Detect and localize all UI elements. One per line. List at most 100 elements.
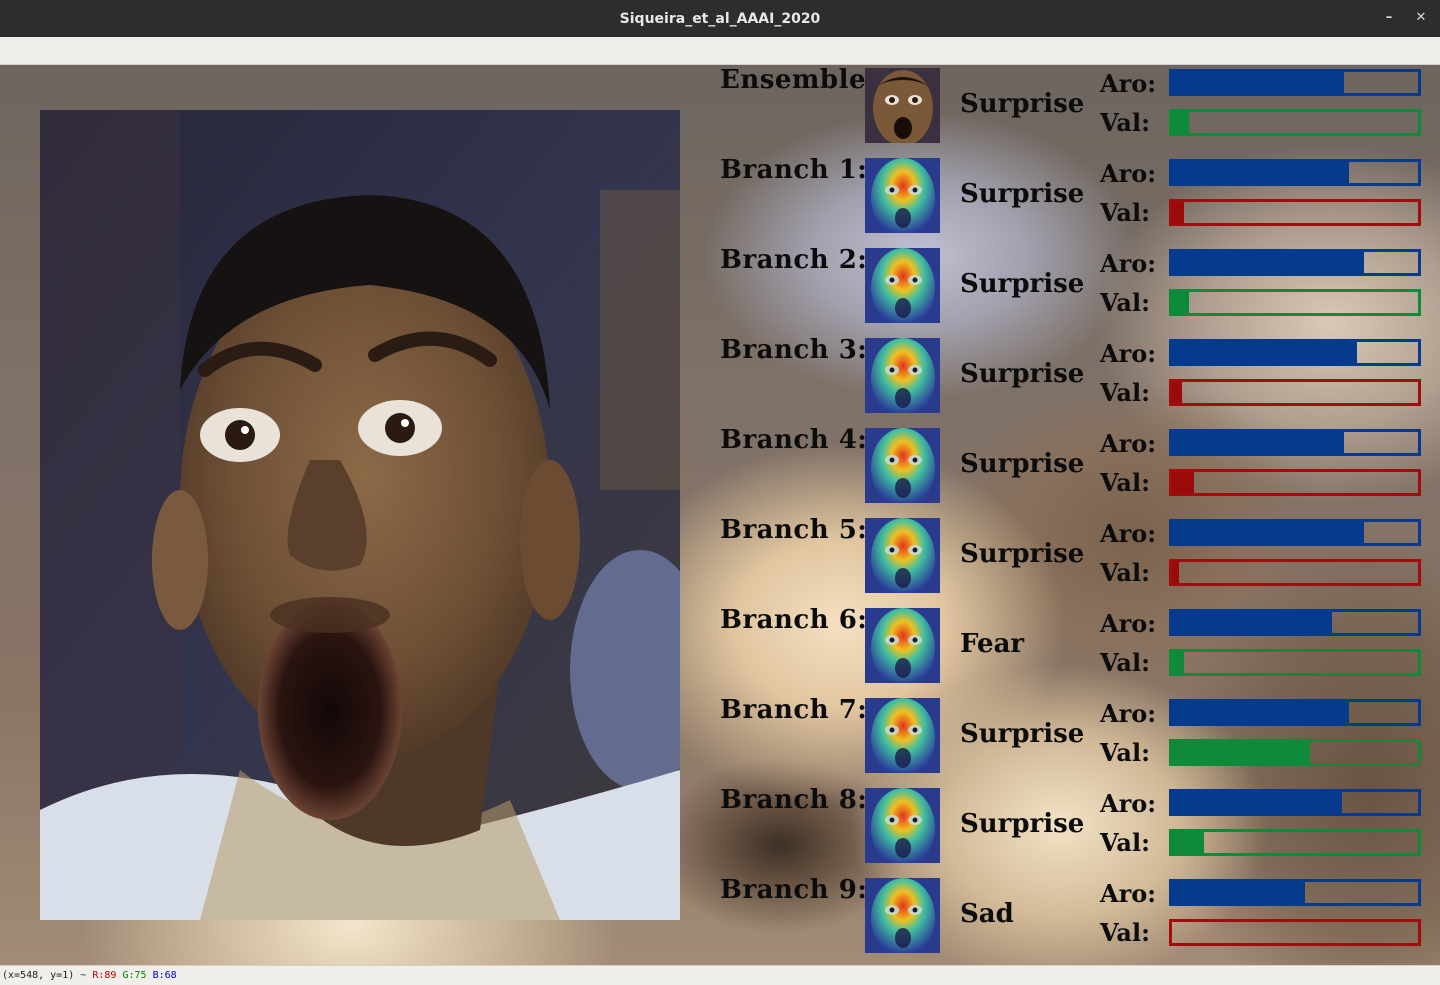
row-branch-5: Branch 5: Surprise Aro: Val:: [0, 515, 1440, 605]
valence-label: Val:: [1100, 918, 1150, 947]
status-coords: (x=548, y=1) ~: [2, 970, 87, 981]
valence-label: Val:: [1100, 378, 1150, 407]
emotion-label: Sad: [960, 899, 1014, 929]
row-label: Branch 6:: [720, 605, 868, 635]
row-branch-1: Branch 1: Surprise Aro: Val:: [0, 155, 1440, 245]
valence-bar-fill: [1172, 472, 1194, 493]
valence-bar: [1169, 379, 1421, 406]
arousal-label: Aro:: [1100, 159, 1157, 188]
window-titlebar: Siqueira_et_al_AAAI_2020 – ✕: [0, 0, 1440, 37]
row-label: Branch 2:: [720, 245, 868, 275]
arousal-bar: [1169, 879, 1421, 906]
emotion-label: Surprise: [960, 809, 1085, 839]
valence-bar: [1169, 289, 1421, 316]
row-label: Branch 7:: [720, 695, 868, 725]
row-label: Ensemble:: [720, 65, 877, 95]
window-title: Siqueira_et_al_AAAI_2020: [619, 10, 821, 27]
arousal-bar: [1169, 249, 1421, 276]
row-branch-4: Branch 4: Surprise Aro: Val:: [0, 425, 1440, 515]
arousal-bar: [1169, 69, 1421, 96]
row-label: Branch 9:: [720, 875, 868, 905]
close-icon[interactable]: ✕: [1412, 9, 1430, 27]
row-label: Branch 4:: [720, 425, 868, 455]
attention-thumbnail: [865, 788, 940, 863]
emotion-label: Surprise: [960, 359, 1085, 389]
arousal-bar: [1169, 339, 1421, 366]
row-branch-6: Branch 6: Fear Aro: Val:: [0, 605, 1440, 695]
arousal-label: Aro:: [1100, 429, 1157, 458]
row-branch-9: Branch 9: Sad Aro: Val:: [0, 875, 1440, 965]
valence-label: Val:: [1100, 648, 1150, 677]
status-bar: (x=548, y=1) ~ R:89 G:75 B:68: [0, 965, 1440, 985]
row-ensemble: Ensemble: Surprise Aro: Val:: [0, 65, 1440, 155]
attention-thumbnail: [865, 608, 940, 683]
attention-thumbnail: [865, 68, 940, 143]
minimize-icon[interactable]: –: [1380, 9, 1398, 27]
arousal-bar-fill: [1172, 612, 1332, 633]
attention-thumbnail: [865, 698, 940, 773]
emotion-label: Surprise: [960, 89, 1085, 119]
row-branch-7: Branch 7: Surprise Aro: Val:: [0, 695, 1440, 785]
arousal-bar-fill: [1172, 432, 1344, 453]
row-branch-2: Branch 2: Surprise Aro: Val:: [0, 245, 1440, 335]
valence-bar: [1169, 829, 1421, 856]
arousal-label: Aro:: [1100, 699, 1157, 728]
arousal-bar: [1169, 519, 1421, 546]
emotion-label: Surprise: [960, 539, 1085, 569]
row-label: Branch 1:: [720, 155, 868, 185]
valence-label: Val:: [1100, 738, 1150, 767]
valence-bar-fill: [1172, 652, 1184, 673]
arousal-bar-fill: [1172, 522, 1364, 543]
image-canvas[interactable]: Ensemble: Surprise Aro: Val: Branch 1: Surpri…: [0, 65, 1440, 965]
arousal-bar: [1169, 609, 1421, 636]
row-label: Branch 3:: [720, 335, 868, 365]
arousal-bar: [1169, 429, 1421, 456]
status-blue: B:68: [152, 970, 177, 981]
row-branch-3: Branch 3: Surprise Aro: Val:: [0, 335, 1440, 425]
arousal-bar-fill: [1172, 162, 1349, 183]
attention-thumbnail: [865, 248, 940, 323]
toolbar: [0, 37, 1440, 65]
valence-bar: [1169, 469, 1421, 496]
arousal-label: Aro:: [1100, 879, 1157, 908]
row-label: Branch 5:: [720, 515, 868, 545]
attention-thumbnail: [865, 158, 940, 233]
emotion-label: Surprise: [960, 269, 1085, 299]
valence-bar-fill: [1172, 202, 1184, 223]
attention-thumbnail: [865, 518, 940, 593]
valence-bar: [1169, 919, 1421, 946]
arousal-bar-fill: [1172, 252, 1364, 273]
valence-label: Val:: [1100, 468, 1150, 497]
arousal-label: Aro:: [1100, 249, 1157, 278]
arousal-bar-fill: [1172, 792, 1342, 813]
status-green: G:75: [122, 970, 147, 981]
emotion-label: Surprise: [960, 449, 1085, 479]
valence-bar-fill: [1172, 562, 1179, 583]
row-branch-8: Branch 8: Surprise Aro: Val:: [0, 785, 1440, 875]
arousal-bar: [1169, 159, 1421, 186]
attention-thumbnail: [865, 338, 940, 413]
valence-bar-fill: [1172, 112, 1189, 133]
emotion-label: Surprise: [960, 179, 1085, 209]
row-label: Branch 8:: [720, 785, 868, 815]
valence-bar-fill: [1172, 832, 1204, 853]
arousal-bar-fill: [1172, 342, 1357, 363]
valence-bar: [1169, 199, 1421, 226]
emotion-label: Surprise: [960, 719, 1085, 749]
valence-label: Val:: [1100, 558, 1150, 587]
arousal-bar-fill: [1172, 882, 1305, 903]
arousal-bar: [1169, 789, 1421, 816]
valence-bar: [1169, 649, 1421, 676]
status-red: R:89: [92, 970, 117, 981]
arousal-bar: [1169, 699, 1421, 726]
valence-label: Val:: [1100, 198, 1150, 227]
valence-label: Val:: [1100, 288, 1150, 317]
valence-bar: [1169, 109, 1421, 136]
valence-bar: [1169, 739, 1421, 766]
valence-bar-fill: [1172, 292, 1189, 313]
attention-thumbnail: [865, 428, 940, 503]
valence-label: Val:: [1100, 108, 1150, 137]
arousal-label: Aro:: [1100, 609, 1157, 638]
emotion-label: Fear: [960, 629, 1025, 659]
arousal-label: Aro:: [1100, 69, 1157, 98]
